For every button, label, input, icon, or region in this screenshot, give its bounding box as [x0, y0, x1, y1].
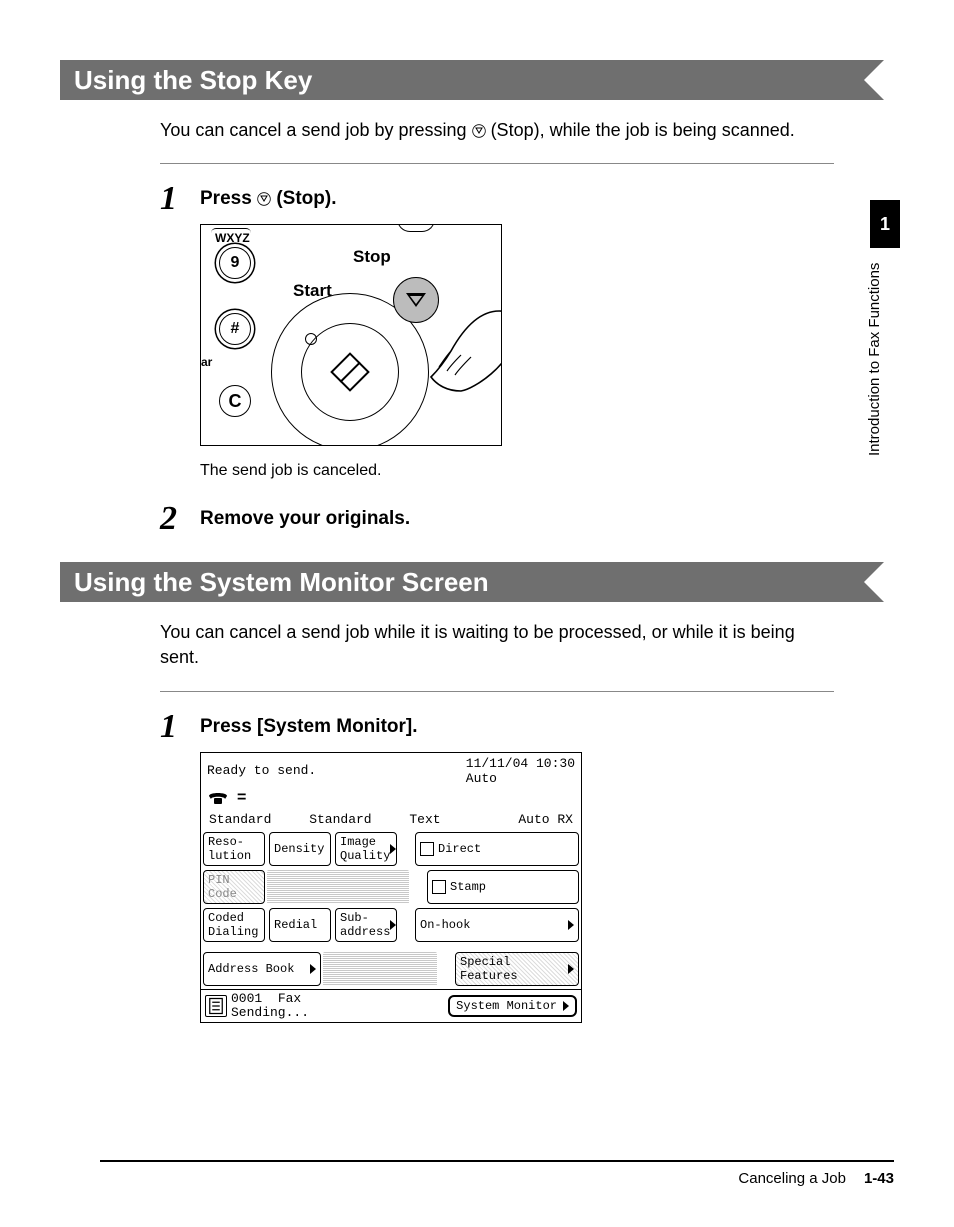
status-density: Standard [309, 812, 371, 827]
btn-density[interactable]: Density [269, 832, 331, 866]
lcd-button-row-4: Address Book Special Features [201, 951, 581, 989]
btn-image-quality[interactable]: Image Quality [335, 832, 397, 866]
btn-pin-code: PIN Code [203, 870, 265, 904]
wxyz-label: WXYZ [215, 231, 250, 245]
job-state: Sending... [231, 1005, 309, 1020]
lcd-bottom-bar: 0001 Fax Sending... System Monitor [201, 989, 581, 1023]
stop-icon [257, 190, 271, 204]
start-button [301, 323, 399, 421]
btn-resolution[interactable]: Reso- lution [203, 832, 265, 866]
btn-address-book[interactable]: Address Book [203, 952, 321, 986]
clear-key: C [219, 385, 251, 417]
phone-icon [207, 790, 229, 806]
job-id: 0001 [231, 991, 262, 1006]
control-panel-illustration: WXYZ 9 # ar C Stop Start [200, 224, 502, 446]
status-rx: Auto RX [518, 812, 573, 827]
intro-stop-key: You can cancel a send job by pressing (S… [160, 118, 834, 143]
section-header-stop-key: Using the Stop Key [60, 60, 864, 100]
step1-head-a: Press [200, 188, 257, 209]
lcd-ready-text: Ready to send. [207, 763, 316, 778]
divider [160, 691, 834, 692]
status-image-quality: Text [409, 812, 440, 827]
step-number: 2 [160, 502, 200, 536]
intro-text-b: (Stop), while the job is being scanned. [491, 120, 795, 140]
stop-label: Stop [353, 247, 391, 267]
page-number: 1-43 [864, 1170, 894, 1187]
btn-subaddress[interactable]: Sub- address [335, 908, 397, 942]
stop-icon [472, 120, 486, 134]
ar-label: ar [201, 355, 212, 369]
step-1-heading: Press (Stop). [200, 188, 834, 210]
page: 1 Introduction to Fax Functions Using th… [0, 0, 954, 1227]
step-3-heading: Press [System Monitor]. [200, 716, 834, 738]
side-tab: 1 Introduction to Fax Functions [866, 200, 900, 456]
footer-title: Canceling a Job [738, 1170, 846, 1187]
disabled-area [267, 870, 409, 904]
lcd-button-row-2: PIN Code Stamp [201, 869, 581, 907]
finger-press-icon [401, 303, 502, 423]
numkey-9: 9 [219, 247, 251, 279]
lcd-button-row-3: Coded Dialing Redial Sub- address On-hoo… [201, 907, 581, 945]
step-2: 2 Remove your originals. [160, 504, 834, 536]
status-resolution: Standard [209, 812, 271, 827]
lcd-auto: Auto [466, 771, 575, 786]
step-number: 1 [160, 182, 200, 480]
btn-system-monitor[interactable]: System Monitor [448, 995, 577, 1017]
step1-head-b: (Stop). [276, 188, 336, 209]
btn-on-hook[interactable]: On-hook [415, 908, 579, 942]
lcd-status-row: Standard Standard Text Auto RX [201, 810, 581, 831]
btn-special-features[interactable]: Special Features [455, 952, 579, 986]
blank-area [323, 952, 437, 986]
step-3: 1 Press [System Monitor]. Ready to send.… [160, 712, 834, 1024]
step-1: 1 Press (Stop). WXYZ 9 # ar C Stop Start [160, 184, 834, 480]
checkbox-icon [420, 842, 434, 856]
job-type: Fax [278, 991, 301, 1006]
divider [160, 163, 834, 164]
intro-system-monitor: You can cancel a send job while it is wa… [160, 620, 834, 670]
section-header-system-monitor: Using the System Monitor Screen [60, 562, 864, 602]
numkey-hash: # [219, 313, 251, 345]
step-number: 1 [160, 710, 200, 1024]
step-2-heading: Remove your originals. [200, 508, 834, 530]
btn-direct[interactable]: Direct [415, 832, 579, 866]
lcd-screen: Ready to send. 11/11/04 10:30 Auto = Sta… [200, 752, 582, 1024]
top-arc [397, 224, 435, 232]
btn-redial[interactable]: Redial [269, 908, 331, 942]
btn-stamp[interactable]: Stamp [427, 870, 579, 904]
document-icon [205, 995, 227, 1017]
lcd-datetime: 11/11/04 10:30 [466, 756, 575, 771]
chapter-label: Introduction to Fax Functions [866, 256, 883, 456]
intro-text-a: You can cancel a send job by pressing [160, 120, 472, 140]
lcd-equals: = [237, 789, 247, 807]
page-footer: Canceling a Job 1-43 [100, 1160, 894, 1187]
lcd-button-row-1: Reso- lution Density Image Quality Direc… [201, 831, 581, 869]
step-1-note: The send job is canceled. [200, 462, 834, 480]
btn-coded-dialing[interactable]: Coded Dialing [203, 908, 265, 942]
checkbox-icon [432, 880, 446, 894]
start-icon [330, 352, 370, 392]
chapter-tab: 1 [870, 200, 900, 248]
